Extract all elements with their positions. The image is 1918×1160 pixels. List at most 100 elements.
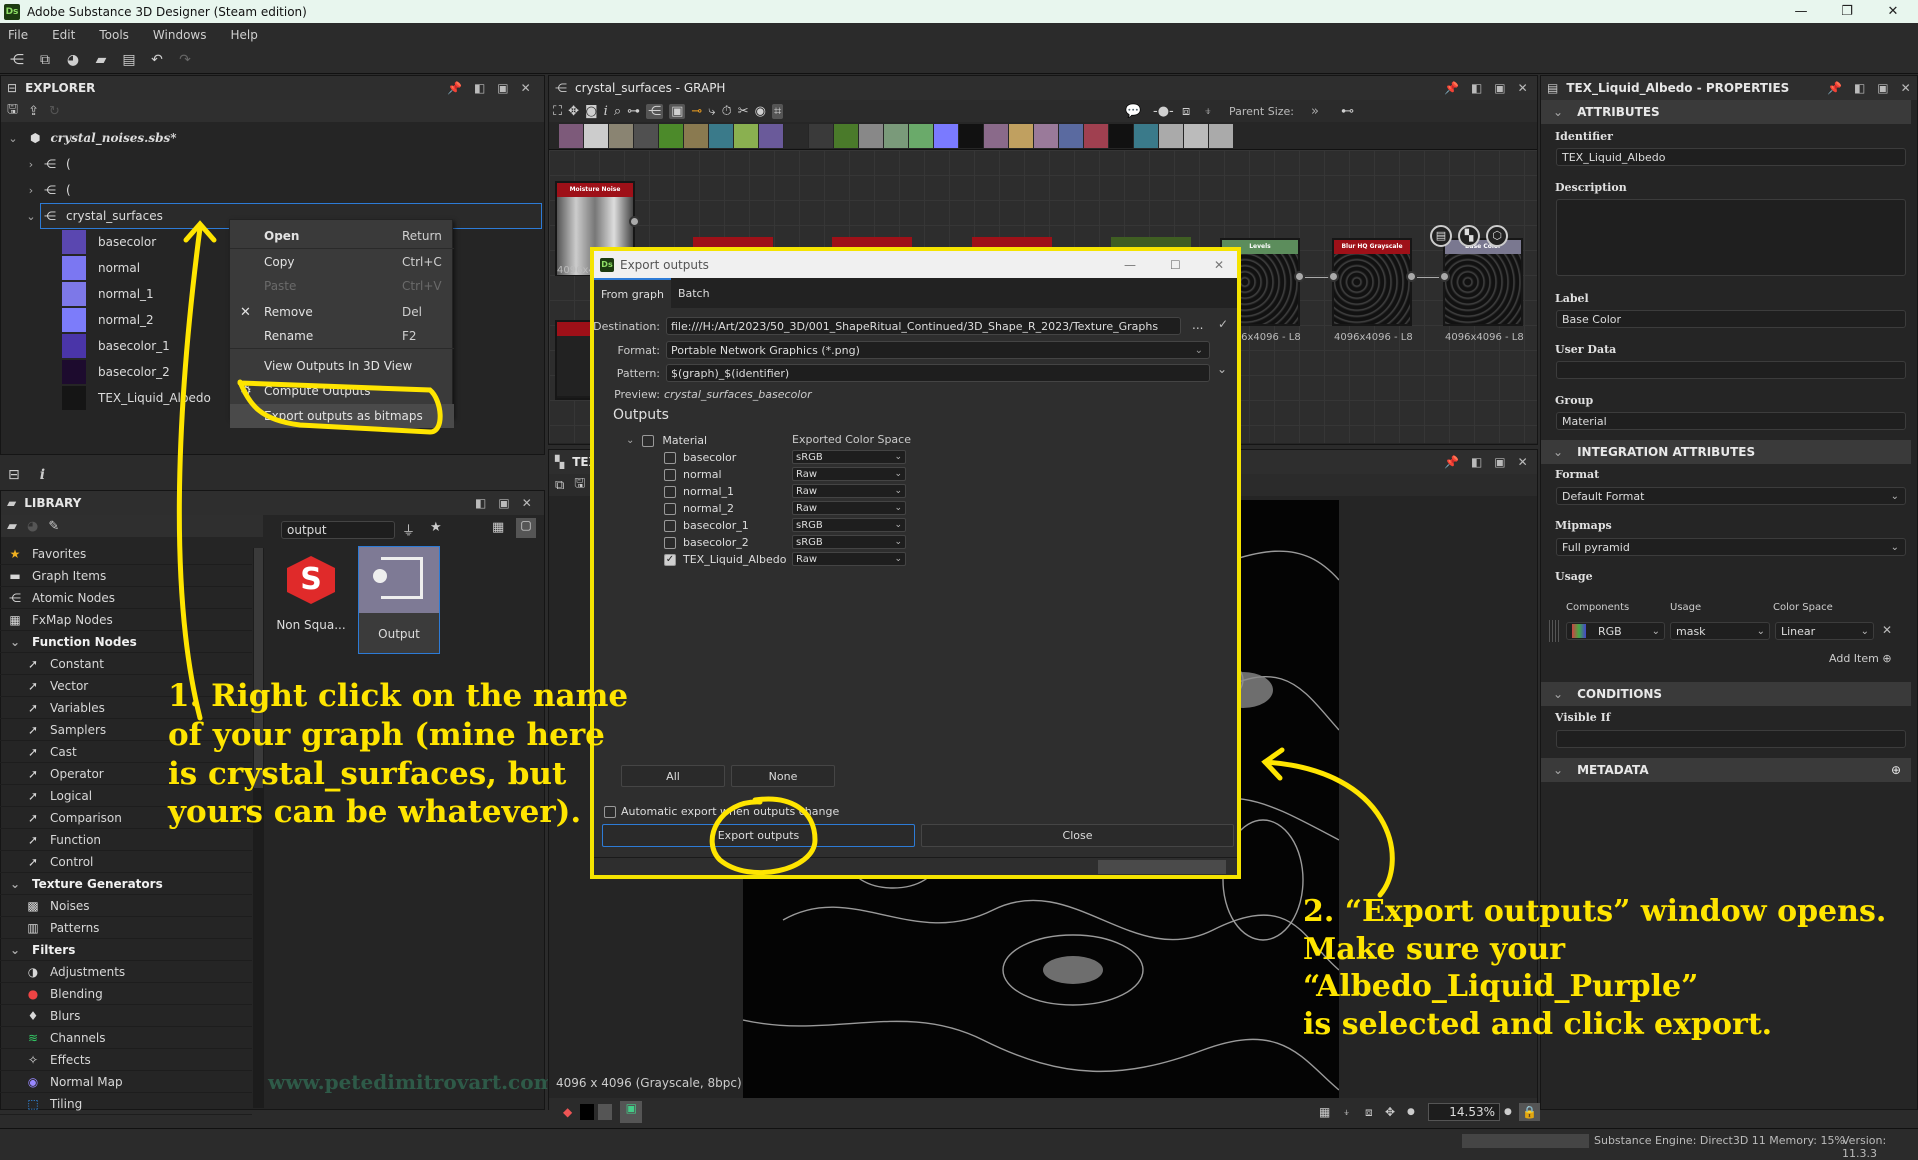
save-icon[interactable]: 🖫	[7, 100, 18, 122]
format-select[interactable]: Default Format ⌄	[1556, 487, 1906, 505]
graph-node[interactable]	[832, 237, 912, 251]
float-icon[interactable]: ◧	[1854, 81, 1865, 95]
output-row[interactable]: basecolor_1	[62, 334, 170, 358]
material-checkbox[interactable]	[642, 434, 655, 447]
export-output-row[interactable]: basecolor_2	[664, 534, 749, 551]
remove-usage-icon[interactable]: ✕	[1882, 623, 1892, 637]
browse-button[interactable]: ...	[1192, 318, 1203, 332]
float-icon[interactable]: ◧	[474, 81, 485, 95]
node-palette-button[interactable]	[1134, 123, 1158, 148]
move-icon[interactable]: ✥	[1385, 1105, 1395, 1119]
color-space-select[interactable]: Linear ⌄	[1775, 622, 1874, 640]
node-palette-button[interactable]	[1184, 123, 1208, 148]
package-row[interactable]: ⌄ ⬢ crystal_noises.sbs*	[6, 126, 176, 150]
graph-node-base-color[interactable]: Base Color 4096x4096 - L8	[1443, 238, 1524, 343]
display-icon[interactable]: ⧉	[555, 478, 564, 493]
node-palette-button[interactable]	[809, 123, 833, 148]
new-function-icon[interactable]: ⧉	[34, 49, 56, 71]
node-palette-button[interactable]	[1034, 123, 1058, 148]
components-select[interactable]: RGB ⌄	[1566, 622, 1665, 640]
add-metadata-icon[interactable]: ⊕	[1891, 763, 1901, 777]
chevron-right-icon[interactable]: ›	[24, 184, 38, 197]
output-row[interactable]: basecolor_2	[62, 360, 170, 384]
frame-icon[interactable]: ▣	[669, 103, 686, 119]
context-menu-item[interactable]: View Outputs In 3D View	[230, 354, 454, 378]
output-checkbox[interactable]: ✓	[664, 553, 676, 566]
context-menu-item[interactable]: Rename F2	[230, 324, 454, 348]
auto-export-row[interactable]: Automatic export when outputs change	[604, 803, 839, 820]
close-panel-icon[interactable]: ✕	[1901, 81, 1911, 95]
new-folder-icon[interactable]: ▰	[7, 519, 17, 534]
zoom-1-1-icon[interactable]: ✥	[568, 104, 579, 119]
pin-icon[interactable]: 📌	[1827, 81, 1842, 95]
material-group-row[interactable]: ⌄ Material	[626, 432, 707, 449]
chevron-right-icon[interactable]: ›	[24, 158, 38, 171]
float-icon[interactable]: ◧	[1471, 81, 1482, 95]
library-item[interactable]: ✧ Effects	[0, 1049, 252, 1071]
mipmaps-select[interactable]: Full pyramid ⌄	[1556, 538, 1906, 556]
library-item[interactable]: ♦ Blurs	[0, 1005, 252, 1027]
node-palette-button[interactable]	[934, 123, 958, 148]
library-item[interactable]: ⌄ Function Nodes	[0, 631, 252, 653]
menu-edit[interactable]: Edit	[52, 28, 75, 42]
context-menu-item[interactable]: Open Return	[230, 224, 454, 248]
dialog-maximize-button[interactable]: ☐	[1170, 258, 1181, 272]
context-menu-item[interactable]: Export outputs as bitmaps	[230, 404, 454, 428]
context-menu-item[interactable]: ⚙ Compute Outputs	[230, 379, 454, 403]
library-item[interactable]: ▬ Graph Items	[0, 565, 252, 587]
background-black-icon[interactable]	[580, 1104, 595, 1120]
color-space-select[interactable]: Raw ⌄	[792, 552, 906, 566]
node-palette-button[interactable]	[659, 123, 683, 148]
node-palette-button[interactable]	[559, 123, 583, 148]
library-item[interactable]: ⋲ Atomic Nodes	[0, 587, 252, 609]
graph-node[interactable]	[693, 237, 773, 251]
node-palette-button[interactable]	[1109, 123, 1133, 148]
node-palette-button[interactable]	[759, 123, 783, 148]
visible-if-field[interactable]	[1556, 730, 1906, 748]
connector-icon[interactable]: ⤷	[708, 104, 715, 119]
node-palette-button[interactable]	[859, 123, 883, 148]
export-output-row[interactable]: ✓ TEX_Liquid_Albedo	[664, 551, 786, 568]
node-palette-button[interactable]	[984, 123, 1008, 148]
library-item[interactable]: ◉ Normal Map	[0, 1071, 252, 1093]
chevron-down-icon[interactable]: ⌄	[24, 210, 38, 223]
zoom-out-icon[interactable]: ●	[1407, 1107, 1415, 1117]
maximize-panel-icon[interactable]: ▣	[1494, 455, 1505, 469]
maximize-panel-icon[interactable]: ▣	[497, 81, 508, 95]
user-data-field[interactable]	[1556, 361, 1906, 379]
node-output-port[interactable]	[1294, 271, 1305, 282]
reload-icon[interactable]: ↻	[49, 104, 60, 119]
publish-icon[interactable]: ⇪	[28, 104, 39, 119]
node-palette-button[interactable]	[684, 123, 708, 148]
minimize-button[interactable]: —	[1778, 0, 1824, 23]
float-icon[interactable]: ◧	[1471, 455, 1482, 469]
library-search-input[interactable]: output	[281, 521, 395, 539]
output-checkbox[interactable]	[664, 519, 676, 532]
library-item[interactable]: ★ Favorites	[0, 543, 252, 565]
node-palette-button[interactable]	[909, 123, 933, 148]
graph-layout-icon[interactable]: ⋲	[646, 103, 664, 119]
graph-row[interactable]: › ⋲ (	[24, 178, 71, 202]
align-icon[interactable]: ⊶	[627, 104, 640, 119]
library-item[interactable]: ≋ Channels	[0, 1027, 252, 1049]
save-image-icon[interactable]: 🖫	[574, 474, 585, 496]
chevron-down-icon[interactable]: ⌄	[626, 435, 634, 446]
grid-view-icon[interactable]: ▦	[492, 520, 504, 535]
filter-icon[interactable]: ⏚	[402, 520, 415, 539]
graph-row-crystal-surfaces[interactable]: ⌄ ⋲ crystal_surfaces	[24, 204, 163, 228]
undo-icon[interactable]: ↶	[146, 49, 168, 71]
maximize-panel-icon[interactable]: ▣	[498, 496, 509, 510]
identifier-field[interactable]: TEX_Liquid_Albedo	[1556, 148, 1906, 166]
graph-node[interactable]	[972, 237, 1052, 251]
2d-view-icon[interactable]: ▚	[1458, 225, 1480, 247]
library-item[interactable]: ◑ Adjustments	[0, 961, 252, 983]
redo-icon[interactable]: ↷	[174, 49, 196, 71]
color-space-select[interactable]: sRGB ⌄	[792, 518, 906, 532]
fit-icon[interactable]: ⧈	[1365, 1105, 1373, 1120]
output-checkbox[interactable]	[664, 485, 676, 498]
color-space-select[interactable]: sRGB ⌄	[792, 535, 906, 549]
output-row[interactable]: normal	[62, 256, 140, 280]
library-result-non-square[interactable]: S Non Squa...	[270, 548, 352, 633]
float-icon[interactable]: ◧	[475, 496, 486, 510]
node-palette-button[interactable]	[1009, 123, 1033, 148]
